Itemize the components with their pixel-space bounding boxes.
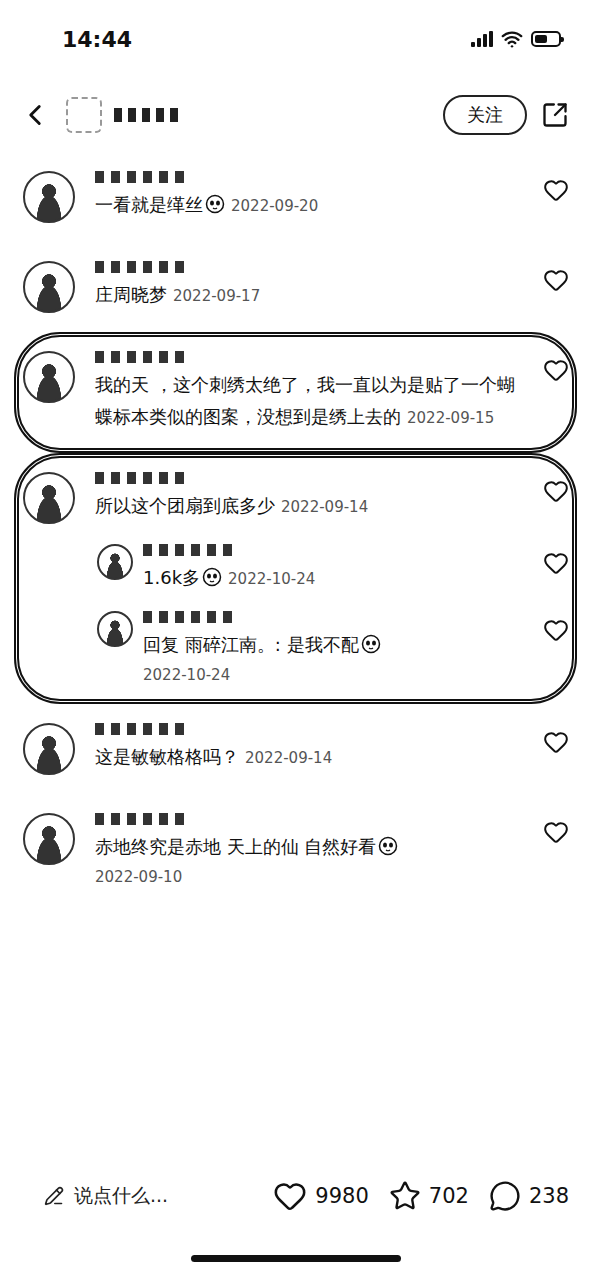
comment-list: 一看就是缂丝2022-09-20 庄周晓梦2022-09-17 我的天 ，这个刺绣太…	[0, 152, 591, 1156]
reply-row[interactable]: 回复 雨碎江南。: 是我不配2022-10-24	[97, 603, 572, 697]
hidden-username	[95, 472, 185, 484]
like-button[interactable]: 9980	[273, 1179, 368, 1213]
heart-icon[interactable]	[543, 819, 569, 845]
comment-block: 一看就是缂丝2022-09-20	[14, 152, 577, 242]
comment-row[interactable]: 赤地终究是赤地 天上的仙 自然好看2022-09-10	[23, 801, 572, 903]
hidden-username	[143, 611, 233, 623]
back-icon[interactable]	[18, 98, 52, 132]
heart-icon[interactable]	[543, 729, 569, 755]
header: 关注	[0, 78, 591, 152]
comment-date: 2022-09-14	[245, 749, 332, 767]
status-bar: 14:44	[0, 0, 591, 78]
annotation-circle: 我的天 ，这个刺绣太绝了，我一直以为是贴了一个蝴蝶标本类似的图案，没想到是绣上去…	[14, 332, 577, 453]
comment-block: 赤地终究是赤地 天上的仙 自然好看2022-09-10	[14, 794, 577, 910]
comment-input[interactable]: 说点什么...	[44, 1183, 253, 1209]
signal-icon	[471, 31, 493, 47]
avatar[interactable]	[23, 171, 75, 223]
comment-button[interactable]: 238	[489, 1180, 569, 1212]
comment-date: 2022-09-15	[407, 409, 494, 427]
hidden-username	[143, 544, 233, 556]
comment-row[interactable]: 所以这个团扇到底多少2022-09-14	[23, 460, 572, 536]
favorite-button[interactable]: 702	[389, 1180, 469, 1212]
comment-block: 这是敏敏格格吗？2022-09-14	[14, 704, 577, 794]
emoji-icon	[361, 634, 381, 654]
emoji-icon	[202, 567, 222, 587]
battery-icon	[531, 31, 561, 47]
avatar[interactable]	[23, 261, 75, 313]
comment-date: 2022-09-10	[95, 863, 520, 891]
comment-row[interactable]: 庄周晓梦2022-09-17	[23, 249, 572, 325]
heart-icon	[273, 1179, 307, 1213]
comment-row[interactable]: 一看就是缂丝2022-09-20	[23, 159, 572, 235]
follow-button[interactable]: 关注	[443, 95, 527, 135]
hidden-username	[95, 351, 185, 363]
comment-text: 庄周晓梦2022-09-17	[95, 279, 520, 312]
comment-text: 赤地终究是赤地 天上的仙 自然好看2022-09-10	[95, 831, 520, 891]
comment-icon	[489, 1180, 521, 1212]
avatar[interactable]	[23, 351, 75, 403]
comment-row[interactable]: 我的天 ，这个刺绣太绝了，我一直以为是贴了一个蝴蝶标本类似的图案，没想到是绣上去…	[23, 339, 572, 446]
hidden-username	[95, 813, 185, 825]
avatar[interactable]	[97, 544, 133, 580]
emoji-icon	[378, 836, 398, 856]
comment-date: 2022-09-14	[281, 498, 368, 516]
comment-text: 1.6k多2022-10-24	[143, 562, 530, 595]
heart-icon[interactable]	[543, 617, 569, 643]
avatar[interactable]	[23, 723, 75, 775]
comment-date: 2022-09-20	[231, 197, 318, 215]
avatar[interactable]	[23, 472, 75, 524]
comment-row[interactable]: 这是敏敏格格吗？2022-09-14	[23, 711, 572, 787]
heart-icon[interactable]	[543, 267, 569, 293]
comment-text: 所以这个团扇到底多少2022-09-14	[95, 490, 520, 523]
star-icon	[389, 1180, 421, 1212]
hidden-username	[95, 171, 185, 183]
author-avatar[interactable]	[66, 97, 102, 133]
bottom-bar: 说点什么... 9980 702 238	[0, 1156, 591, 1236]
heart-icon[interactable]	[543, 357, 569, 383]
comment-page: 14:44 关注一看就是缂丝2022-09-20 庄周晓梦2022-09-17 我的天…	[0, 0, 591, 1280]
pencil-icon	[44, 1186, 64, 1206]
hidden-author-name	[114, 108, 178, 122]
comment-date: 2022-10-24	[228, 570, 315, 588]
comment-text: 一看就是缂丝2022-09-20	[95, 189, 520, 222]
home-indicator	[191, 1255, 401, 1262]
heart-icon[interactable]	[543, 550, 569, 576]
share-icon[interactable]	[541, 101, 569, 129]
comment-block: 庄周晓梦2022-09-17	[14, 242, 577, 332]
avatar[interactable]	[97, 611, 133, 647]
clock: 14:44	[62, 27, 132, 52]
comment-text: 回复 雨碎江南。: 是我不配2022-10-24	[143, 629, 530, 689]
emoji-icon	[205, 194, 225, 214]
heart-icon[interactable]	[543, 177, 569, 203]
comment-date: 2022-09-17	[173, 287, 260, 305]
avatar[interactable]	[23, 813, 75, 865]
comment-date: 2022-10-24	[143, 661, 530, 689]
hidden-username	[95, 723, 185, 735]
heart-icon[interactable]	[543, 478, 569, 504]
annotation-circle: 所以这个团扇到底多少2022-09-14 1.6k多2022-10-24 回复 雨碎…	[14, 453, 577, 704]
comment-text: 我的天 ，这个刺绣太绝了，我一直以为是贴了一个蝴蝶标本类似的图案，没想到是绣上去…	[95, 369, 520, 434]
comment-text: 这是敏敏格格吗？2022-09-14	[95, 741, 520, 774]
reply-row[interactable]: 1.6k多2022-10-24	[97, 536, 572, 603]
hidden-username	[95, 261, 185, 273]
wifi-icon	[501, 28, 523, 50]
